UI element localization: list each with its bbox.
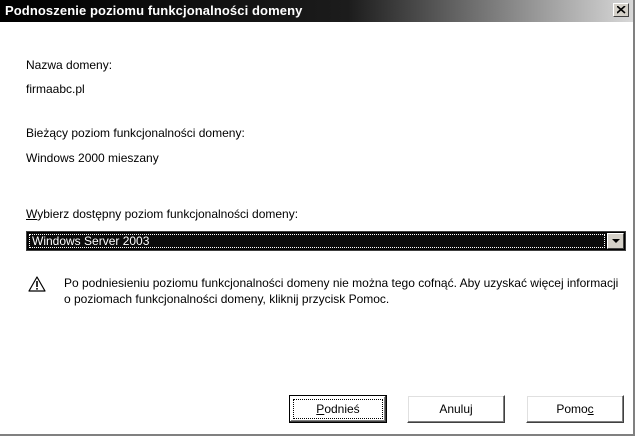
raise-button-label: Podnieś [293,399,383,419]
raise-domain-level-dialog: Podnoszenie poziomu funkcjonalności dome… [0,0,635,436]
current-level-value: Windows 2000 mieszany [26,151,159,165]
help-button-text: Pomo [556,402,588,416]
help-button-label: Pomoc [556,402,593,416]
domain-name-value: firmaabc.pl [26,82,85,96]
title-bar[interactable]: Podnoszenie poziomu funkcjonalności dome… [0,0,633,22]
close-icon [617,6,626,14]
select-level-label: Wybierz dostępny poziom funkcjonalności … [26,207,298,221]
select-level-label-text: ybierz dostępny poziom funkcjonalności d… [37,207,299,221]
domain-name-label: Nazwa domeny: [26,58,113,72]
select-level-label-accel: W [26,207,38,221]
warning-message: Po podniesieniu poziomu funkcjonalności … [64,276,619,306]
functional-level-dropdown[interactable]: Windows Server 2003 [26,231,626,251]
raise-button-text: odnieś [324,402,360,416]
chevron-down-icon [612,239,620,243]
window-title: Podnoszenie poziomu funkcjonalności dome… [5,3,303,18]
cancel-button-label: Anuluj [439,402,473,416]
raise-button[interactable]: Podnieś [289,395,387,423]
help-button-accel: c [587,402,594,416]
help-button[interactable]: Pomoc [526,395,624,423]
dropdown-arrow-button[interactable] [607,233,624,249]
current-level-label: Bieżący poziom funkcjonalności domeny: [26,126,245,140]
cancel-button[interactable]: Anuluj [407,395,505,423]
close-button[interactable] [613,3,629,17]
warning-icon [28,276,46,292]
dropdown-selected-value[interactable]: Windows Server 2003 [28,233,606,249]
